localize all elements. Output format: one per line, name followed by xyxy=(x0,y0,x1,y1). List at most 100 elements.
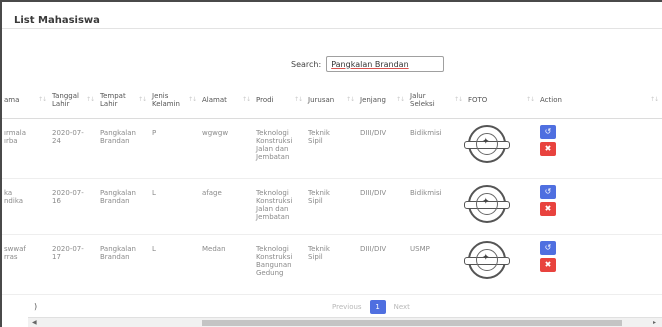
delete-button[interactable]: ✖ xyxy=(540,141,556,156)
column-label: Jurusan xyxy=(308,95,335,104)
nama-cell: swwaf rras xyxy=(2,234,50,295)
alamat-cell: Medan xyxy=(200,234,254,295)
prodi-cell: Teknologi Konstruksi Jalan dan Jembatan xyxy=(254,178,306,235)
previous-page-button[interactable]: Previous xyxy=(324,303,370,311)
sort-icon: ↑↓ xyxy=(241,95,251,103)
col-alamat-header[interactable]: Alamat ↑↓ xyxy=(200,82,254,119)
jalur-seleksi-cell: USMP xyxy=(408,234,466,295)
page-title: List Mahasiswa xyxy=(14,15,100,26)
jurusan-cell: Teknik Sipil xyxy=(306,234,358,295)
alamat-cell: afage xyxy=(200,178,254,235)
search-input[interactable] xyxy=(326,56,445,72)
col-jenjang-header[interactable]: Jenjang ↑↓ xyxy=(358,82,408,119)
column-label: Prodi xyxy=(256,95,274,104)
delete-button[interactable]: ✖ xyxy=(540,201,556,216)
column-label: ama xyxy=(4,95,20,104)
col-tempat-lahir-header[interactable]: Tempat Lahir ↑↓ xyxy=(98,82,150,119)
col-tanggal-lahir-header[interactable]: Tanggal Lahir ↑↓ xyxy=(50,82,98,119)
sort-icon: ↑↓ xyxy=(345,95,355,103)
table-info: ) xyxy=(34,302,38,311)
nama-cell: ırmala ırba xyxy=(2,118,50,179)
logo-emblem-icon: ✦ xyxy=(482,196,490,207)
action-cell: ↺ ✖ xyxy=(538,178,662,235)
col-jurusan-header[interactable]: Jurusan ↑↓ xyxy=(306,82,358,119)
col-jenis-kelamin-header[interactable]: Jenis Kelamin ↑↓ xyxy=(150,82,200,119)
header-divider xyxy=(2,28,662,29)
nama-cell: ka ndika xyxy=(2,178,50,235)
students-table: ama ↑↓ Tanggal Lahir ↑↓ Tempat Lahir ↑↓ Jenis … xyxy=(2,82,662,295)
table-row: ırmala ırba 2020-07- 24 Pangkalan Brandan P… xyxy=(2,118,662,179)
column-label: Alamat xyxy=(202,95,227,104)
col-prodi-header[interactable]: Prodi ↑↓ xyxy=(254,82,306,119)
table-header-row: ama ↑↓ Tanggal Lahir ↑↓ Tempat Lahir ↑↓ Jenis … xyxy=(2,82,662,119)
search-label: Search: xyxy=(291,59,322,69)
delete-button[interactable]: ✖ xyxy=(540,257,556,272)
prodi-cell: Teknologi Konstruksi Jalan dan Jembatan xyxy=(254,118,306,179)
col-action-header[interactable]: Action ↑↓ xyxy=(538,82,662,119)
foto-cell: ✦ xyxy=(464,178,538,235)
tempat-lahir-cell: Pangkalan Brandan xyxy=(98,234,150,295)
student-photo-logo: ✦ xyxy=(464,124,510,163)
action-cell: ↺ ✖ xyxy=(538,118,662,179)
jenjang-cell: DIII/DIV xyxy=(358,178,408,235)
sort-icon: ↑↓ xyxy=(649,95,659,103)
card-header: List Mahasiswa xyxy=(14,8,100,26)
close-icon: ✖ xyxy=(544,203,552,213)
foto-cell: ✦ xyxy=(464,234,538,295)
table-row: swwaf rras 2020-07- 17 Pangkalan Brandan L M… xyxy=(2,234,662,295)
edit-button[interactable]: ↺ xyxy=(540,240,556,255)
jalur-seleksi-cell: Bidikmisi xyxy=(408,178,466,235)
scroll-left-icon[interactable]: ◀ xyxy=(32,319,37,326)
sort-icon: ↑↓ xyxy=(453,95,463,103)
col-foto-header[interactable]: FOTO ↑↓ xyxy=(466,82,538,119)
sort-icon: ↑↓ xyxy=(187,95,197,103)
jenjang-cell: DIII/DIV xyxy=(358,234,408,295)
close-icon: ✖ xyxy=(544,143,552,153)
undo-icon: ↺ xyxy=(544,186,552,196)
jenis-kelamin-cell: P xyxy=(150,118,200,179)
alamat-cell: wgwgw xyxy=(200,118,254,179)
table-wrapper: ama ↑↓ Tanggal Lahir ↑↓ Tempat Lahir ↑↓ Jenis … xyxy=(2,82,662,296)
sort-icon: ↑↓ xyxy=(37,95,47,103)
table-row: ka ndika 2020-07- 16 Pangkalan Brandan Lafa… xyxy=(2,178,662,235)
horizontal-scrollbar[interactable]: ◀ ▸ xyxy=(28,317,662,327)
close-icon: ✖ xyxy=(544,259,552,269)
logo-emblem-icon: ✦ xyxy=(482,136,490,147)
tanggal-lahir-cell: 2020-07- 16 xyxy=(50,178,98,235)
page-1-button[interactable]: 1 xyxy=(369,300,386,314)
pagination: Previous 1 Next xyxy=(324,300,418,314)
tempat-lahir-cell: Pangkalan Brandan xyxy=(98,178,150,235)
scrollbar-thumb[interactable] xyxy=(202,320,622,326)
column-label: Jenjang xyxy=(360,95,386,104)
student-photo-logo: ✦ xyxy=(464,240,510,279)
sort-icon: ↑↓ xyxy=(525,95,535,103)
column-label: Tempat Lahir xyxy=(100,91,126,108)
jenjang-cell: DIII/DIV xyxy=(358,118,408,179)
jurusan-cell: Teknik Sipil xyxy=(306,118,358,179)
jalur-seleksi-cell: Bidikmisi xyxy=(408,118,466,179)
prodi-cell: Teknologi Konstruksi Bangunan Gedung xyxy=(254,234,306,295)
edit-button[interactable]: ↺ xyxy=(540,184,556,199)
jenis-kelamin-cell: L xyxy=(150,234,200,295)
sort-icon: ↑↓ xyxy=(85,95,95,103)
sort-icon: ↑↓ xyxy=(395,95,405,103)
undo-icon: ↺ xyxy=(544,242,552,252)
action-cell: ↺ ✖ xyxy=(538,234,662,295)
tanggal-lahir-cell: 2020-07- 24 xyxy=(50,118,98,179)
logo-emblem-icon: ✦ xyxy=(482,252,490,263)
student-photo-logo: ✦ xyxy=(464,184,510,223)
col-jalur-seleksi-header[interactable]: Jalur Seleksi ↑↓ xyxy=(408,82,466,119)
jurusan-cell: Teknik Sipil xyxy=(306,178,358,235)
sort-icon: ↑↓ xyxy=(293,95,303,103)
sort-icon: ↑↓ xyxy=(137,95,147,103)
tempat-lahir-cell: Pangkalan Brandan xyxy=(98,118,150,179)
scroll-right-icon[interactable]: ▸ xyxy=(653,319,656,326)
foto-cell: ✦ xyxy=(464,118,538,179)
col-nama-header[interactable]: ama ↑↓ xyxy=(2,82,50,119)
search-box: Search: xyxy=(291,56,445,72)
column-label: Jalur Seleksi xyxy=(410,91,435,108)
next-page-button[interactable]: Next xyxy=(386,303,418,311)
column-label: Tanggal Lahir xyxy=(52,91,79,108)
edit-button[interactable]: ↺ xyxy=(540,124,556,139)
undo-icon: ↺ xyxy=(544,126,552,136)
